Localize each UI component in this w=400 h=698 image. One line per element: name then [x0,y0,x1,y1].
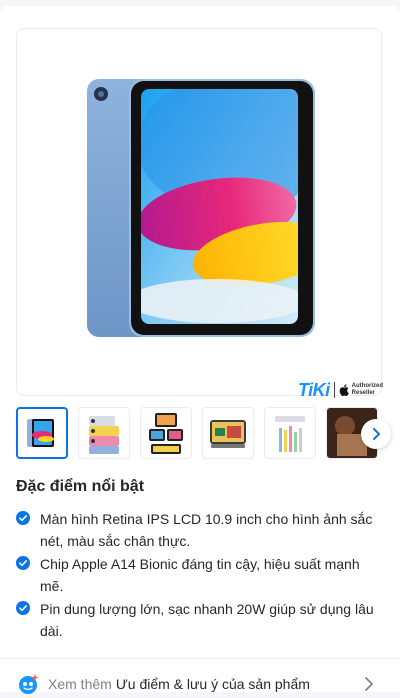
thumbnail-ipad-colors[interactable] [78,407,130,459]
highlights-list: Màn hình Retina IPS LCD 10.9 inch cho hì… [16,508,386,643]
thumb-pencil-image [275,416,305,452]
highlight-text: Màn hình Retina IPS LCD 10.9 inch cho hì… [40,511,373,549]
highlights-title: Đặc điểm nổi bật [16,478,145,495]
brand-divider [333,382,335,398]
list-item: Màn hình Retina IPS LCD 10.9 inch cho hì… [16,508,386,552]
see-more-pros-cons-button[interactable]: Xem thêm Ưu điểm & lưu ý của sản phẩm [16,670,384,698]
list-item: Chip Apple A14 Bionic đáng tin cậy, hiệu… [16,553,386,597]
thumb-colors-image [89,416,119,454]
section-divider [0,658,400,659]
auth-line-2: Reseller [351,390,376,396]
thumbnail-ipad-accessories[interactable] [140,407,192,459]
ai-assistant-icon [19,674,39,694]
check-circle-icon [16,556,30,570]
thumb-ipad-image [27,419,54,447]
thumbnail-ipad-keyboard[interactable] [202,407,254,459]
see-more-label: Ưu điểm & lưu ý của sản phẩm [115,676,310,692]
auth-line-1: Authorized [351,383,384,389]
list-item: Pin dung lượng lớn, sạc nhanh 20W giúp s… [16,598,386,642]
thumbnail-ipad-pencil[interactable] [264,407,316,459]
thumb-keyboard-image [210,420,246,448]
apple-logo-icon [339,384,349,396]
ipad-illustration [87,79,315,337]
chevron-right-icon [373,428,380,440]
thumbnail-ipad-blue-front[interactable] [16,407,68,459]
thumb-accessories-image [149,413,183,454]
tiki-logo: TiKi [298,379,330,400]
thumbnail-strip [16,407,391,459]
chevron-right-icon [365,677,373,691]
highlight-text: Pin dung lượng lớn, sạc nhanh 20W giúp s… [40,601,374,639]
check-circle-icon [16,601,30,615]
thumbnail-next-button[interactable] [361,419,391,449]
product-main-image[interactable]: TiKi Authorized Reseller [16,28,383,400]
authorized-reseller-text: Authorized Reseller [352,383,383,397]
check-circle-icon [16,511,30,525]
product-card: TiKi Authorized Reseller Đặc điểm nổi bậ… [0,6,400,694]
tiki-authorized-reseller-badge: TiKi Authorized Reseller [298,379,392,401]
see-more-prefix: Xem thêm [48,676,112,692]
highlight-text: Chip Apple A14 Bionic đáng tin cậy, hiệu… [40,556,360,594]
